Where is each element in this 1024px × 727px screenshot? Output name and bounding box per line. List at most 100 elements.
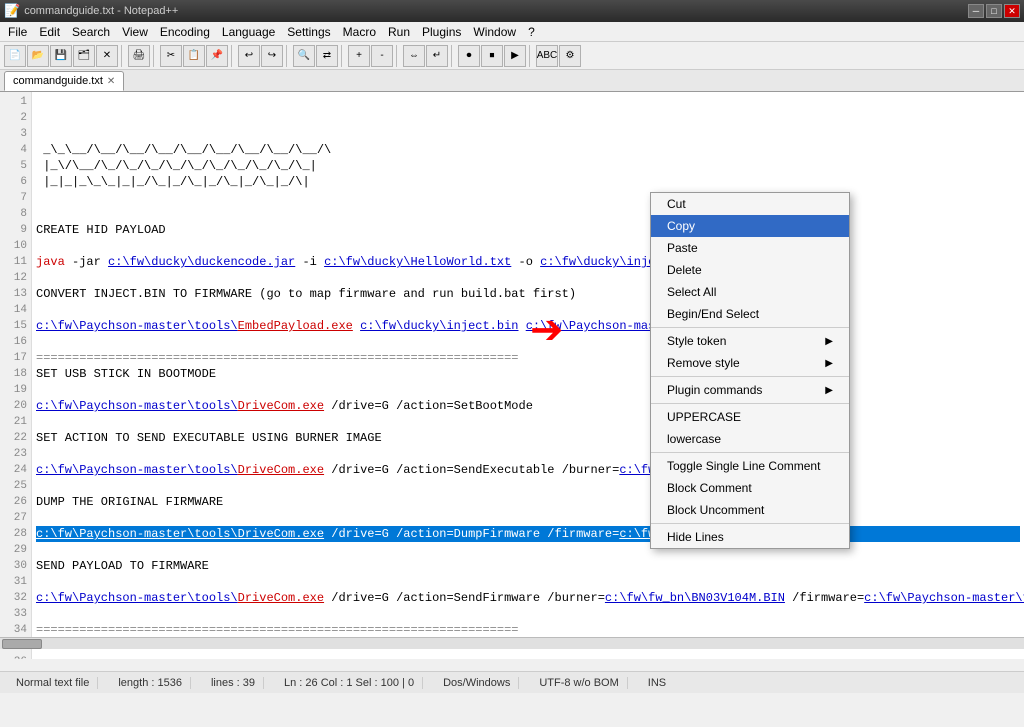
ctx-lowercase[interactable]: lowercase [651, 428, 849, 450]
line-number-18: 18 [0, 366, 31, 382]
menu-view[interactable]: View [116, 22, 154, 41]
ctx-copy[interactable]: Copy [651, 215, 849, 237]
line-number-15: 15 [0, 318, 31, 334]
ctx-block-comment[interactable]: Block Comment [651, 477, 849, 499]
ctx-begin-end-select[interactable]: Begin/End Select [651, 303, 849, 325]
tb-play-macro[interactable]: ▶ [504, 45, 526, 67]
status-bar: Normal text file length : 1536 lines : 3… [0, 671, 1024, 693]
title-bar: 📝 commandguide.txt - Notepad++ ─ □ ✕ [0, 0, 1024, 22]
line-number-12: 12 [0, 270, 31, 286]
line-number-26: 26 [0, 494, 31, 510]
tab-bar: commandguide.txt ✕ [0, 70, 1024, 92]
tb-save-all[interactable]: 🗂 [73, 45, 95, 67]
tb-close[interactable]: ✕ [96, 45, 118, 67]
menu-plugins[interactable]: Plugins [416, 22, 467, 41]
tb-print[interactable]: 🖨 [128, 45, 150, 67]
ctx-hide-lines[interactable]: Hide Lines [651, 526, 849, 548]
menu-help[interactable]: ? [522, 22, 541, 41]
menu-run[interactable]: Run [382, 22, 416, 41]
line-number-19: 19 [0, 382, 31, 398]
line-number-6: 6 [0, 174, 31, 190]
line-number-2: 2 [0, 110, 31, 126]
tb-undo[interactable]: ↩ [238, 45, 260, 67]
line-number-30: 30 [0, 558, 31, 574]
line-number-34: 34 [0, 622, 31, 638]
editor-line-19 [36, 414, 1020, 430]
ctx-plugin-commands[interactable]: Plugin commands ▶ [651, 379, 849, 401]
editor-area[interactable]: 1234567891011121314151617181920212223242… [0, 92, 1024, 659]
menu-encoding[interactable]: Encoding [154, 22, 216, 41]
menu-file[interactable]: File [2, 22, 33, 41]
line-number-23: 23 [0, 446, 31, 462]
menu-settings[interactable]: Settings [281, 22, 336, 41]
tb-zoom-out[interactable]: - [371, 45, 393, 67]
editor-line-31 [36, 606, 1020, 622]
tb-spell-check[interactable]: ABC [536, 45, 558, 67]
ctx-select-all[interactable]: Select All [651, 281, 849, 303]
ctx-remove-style[interactable]: Remove style ▶ [651, 352, 849, 374]
ctx-sep2 [651, 376, 849, 377]
tb-open[interactable]: 📂 [27, 45, 49, 67]
tb-redo[interactable]: ↪ [261, 45, 283, 67]
status-length: length : 1536 [110, 677, 191, 689]
editor-content[interactable]: _\_\__/\__/\__/\__/\__/\__/\__/\__/\__/\… [32, 92, 1024, 659]
editor-line-6 [36, 206, 1020, 222]
tab-close-button[interactable]: ✕ [107, 76, 115, 87]
tb-record-macro[interactable]: ⏺ [458, 45, 480, 67]
tb-zoom-in[interactable]: + [348, 45, 370, 67]
tb-save[interactable]: 💾 [50, 45, 72, 67]
tb-word-wrap[interactable]: ↵ [426, 45, 448, 67]
editor-line-34 [36, 654, 1020, 659]
tb-find[interactable]: 🔍 [293, 45, 315, 67]
line-number-33: 33 [0, 606, 31, 622]
tb-new[interactable]: 📄 [4, 45, 26, 67]
editor-line-21 [36, 446, 1020, 462]
tb-cut[interactable]: ✂ [160, 45, 182, 67]
line-number-17: 17 [0, 350, 31, 366]
editor-line-17 [36, 382, 1020, 398]
hscroll[interactable] [0, 637, 1024, 649]
editor-line-7: CREATE HID PAYLOAD [36, 222, 1020, 238]
ctx-block-uncomment[interactable]: Block Uncomment [651, 499, 849, 521]
editor-line-2: _\_\__/\__/\__/\__/\__/\__/\__/\__/\__/\ [36, 142, 1020, 158]
status-encoding: UTF-8 w/o BOM [531, 677, 627, 689]
menu-search[interactable]: Search [66, 22, 116, 41]
menu-language[interactable]: Language [216, 22, 281, 41]
status-line-ending: Dos/Windows [435, 677, 519, 689]
line-number-10: 10 [0, 238, 31, 254]
line-number-21: 21 [0, 414, 31, 430]
tb-sync-scroll[interactable]: ⇔ [403, 45, 425, 67]
window-title: commandguide.txt - Notepad++ [24, 5, 178, 17]
minimize-button[interactable]: ─ [968, 4, 984, 18]
line-number-24: 24 [0, 462, 31, 478]
line-number-11: 11 [0, 254, 31, 270]
status-ins: INS [640, 677, 674, 689]
line-number-5: 5 [0, 158, 31, 174]
editor-line-14 [36, 334, 1020, 350]
close-button[interactable]: ✕ [1004, 4, 1020, 18]
ctx-delete[interactable]: Delete [651, 259, 849, 281]
tb-copy[interactable]: 📋 [183, 45, 205, 67]
ctx-toggle-comment[interactable]: Toggle Single Line Comment [651, 455, 849, 477]
menu-macro[interactable]: Macro [337, 22, 382, 41]
menu-window[interactable]: Window [467, 22, 522, 41]
tb-stop-macro[interactable]: ⏹ [481, 45, 503, 67]
tb-replace[interactable]: ⇄ [316, 45, 338, 67]
tab-commandguide[interactable]: commandguide.txt ✕ [4, 71, 124, 91]
ctx-paste[interactable]: Paste [651, 237, 849, 259]
line-number-14: 14 [0, 302, 31, 318]
maximize-button[interactable]: □ [986, 4, 1002, 18]
line-numbers: 1234567891011121314151617181920212223242… [0, 92, 32, 659]
tab-label: commandguide.txt [13, 75, 103, 87]
ctx-cut[interactable]: Cut [651, 193, 849, 215]
menu-edit[interactable]: Edit [33, 22, 66, 41]
tb-extra[interactable]: ⚙ [559, 45, 581, 67]
editor-line-15: ========================================… [36, 350, 1020, 366]
ctx-uppercase[interactable]: UPPERCASE [651, 406, 849, 428]
line-number-27: 27 [0, 510, 31, 526]
editor-line-1 [36, 126, 1020, 142]
line-number-29: 29 [0, 542, 31, 558]
ctx-sep3 [651, 403, 849, 404]
ctx-style-token[interactable]: Style token ▶ [651, 330, 849, 352]
tb-paste[interactable]: 📌 [206, 45, 228, 67]
